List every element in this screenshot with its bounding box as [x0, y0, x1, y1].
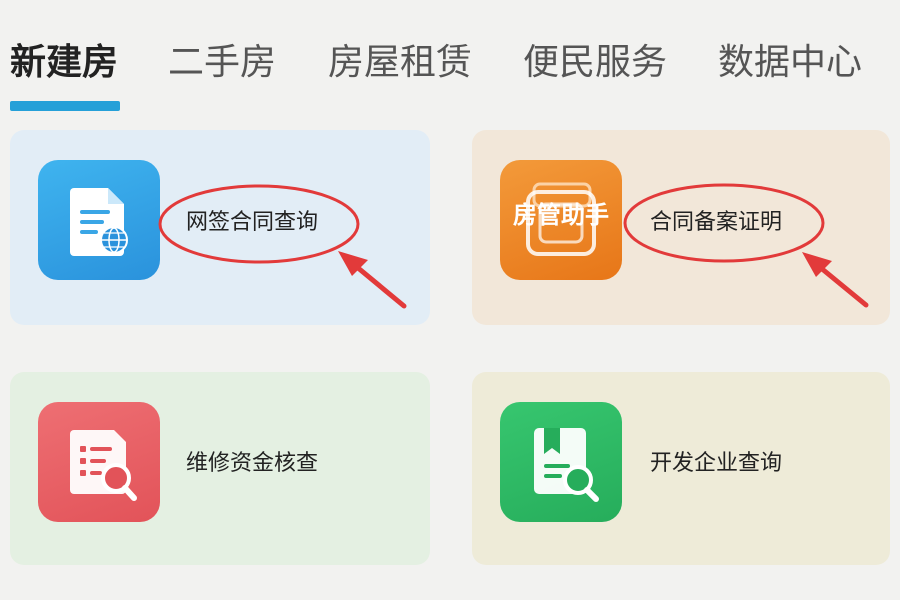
top-tab-bar: 新建房 二手房 房屋租赁 便民服务 数据中心: [0, 0, 900, 120]
tab-new-house[interactable]: 新建房: [10, 40, 118, 86]
document-search-icon: [38, 402, 160, 522]
card-label-contract-filing-proof: 合同备案证明: [650, 210, 783, 235]
card-contract-filing-proof[interactable]: 房管助手 合同备案证明: [472, 130, 890, 325]
card-contract-query[interactable]: 网签合同查询: [10, 130, 430, 325]
tab-convenience-services[interactable]: 便民服务: [523, 40, 667, 86]
house-manager-icon: 房管助手: [500, 160, 622, 280]
card-label-contract-query: 网签合同查询: [186, 210, 319, 235]
contract-globe-icon: [38, 160, 160, 280]
card-label-maintenance-fund-check: 维修资金核查: [186, 451, 319, 476]
bookmark-search-icon: [500, 402, 622, 522]
tab-second-hand-house[interactable]: 二手房: [168, 40, 276, 86]
icon-overlay-text: 房管助手: [513, 201, 609, 229]
card-maintenance-fund-check[interactable]: 维修资金核查: [10, 372, 430, 565]
tab-data-center[interactable]: 数据中心: [718, 40, 862, 86]
active-tab-indicator: [10, 101, 120, 111]
card-label-developer-query: 开发企业查询: [650, 451, 783, 476]
card-developer-query[interactable]: 开发企业查询: [472, 372, 890, 565]
tab-house-rental[interactable]: 房屋租赁: [328, 40, 472, 86]
